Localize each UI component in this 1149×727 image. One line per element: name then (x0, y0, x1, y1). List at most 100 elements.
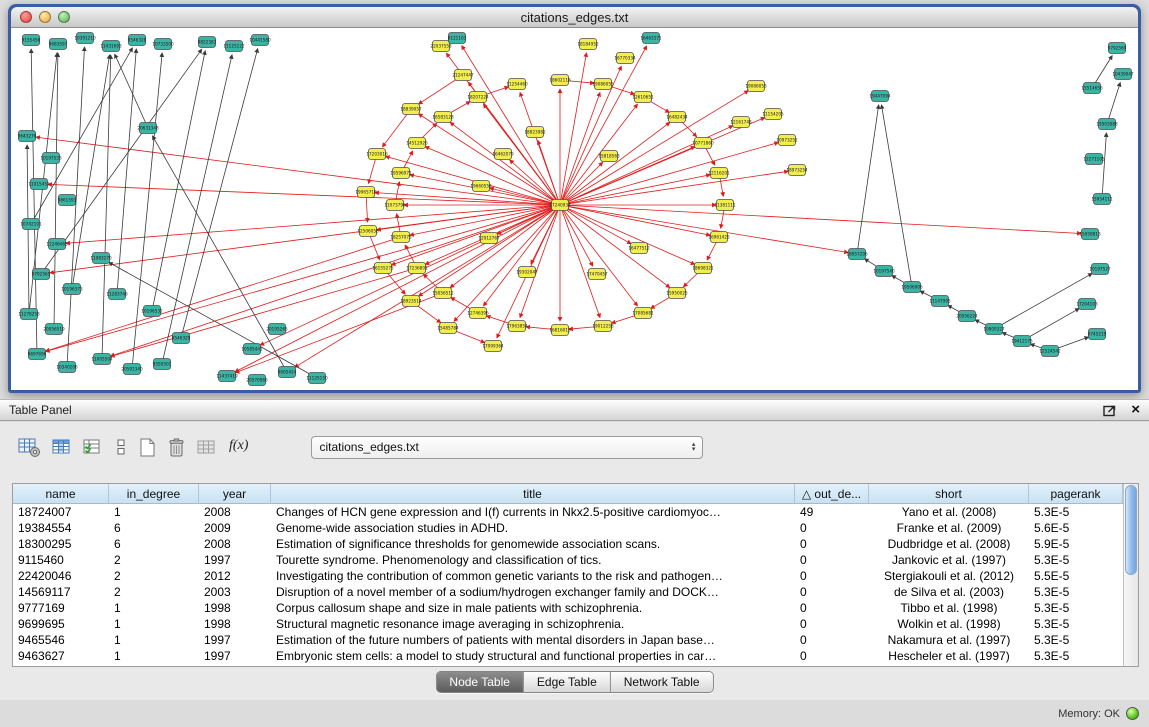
graph-edge[interactable] (54, 53, 58, 329)
graph-node[interactable]: 20056224 (956, 311, 978, 322)
graph-node[interactable]: 15485784 (437, 323, 459, 334)
graph-node[interactable]: 10340206 (56, 362, 78, 373)
graph-node[interactable]: 8121103 (448, 33, 467, 44)
graph-node[interactable]: 15954111 (1091, 194, 1113, 205)
graph-edge[interactable] (560, 171, 788, 205)
row-height-icon[interactable] (115, 437, 127, 458)
column-header-short[interactable]: short (869, 484, 1029, 503)
column-header-pagerank[interactable]: pagerank (1029, 484, 1123, 503)
graph-edge[interactable] (1022, 308, 1079, 341)
graph-node[interactable]: 15818563 (598, 151, 620, 162)
graph-edge[interactable] (109, 262, 317, 378)
graph-node[interactable]: 11437419 (216, 371, 238, 382)
graph-node[interactable]: 18823982 (524, 127, 546, 138)
graph-node[interactable]: 17999364 (482, 341, 504, 352)
graph-node[interactable]: 16477512 (628, 243, 650, 254)
graph-node[interactable]: 20056519 (43, 324, 65, 335)
graph-edge[interactable] (115, 54, 148, 128)
graph-node[interactable]: 20570966 (246, 375, 268, 386)
column-header-out-de[interactable]: △ out_de... (795, 484, 869, 503)
window-titlebar[interactable]: citations_edges.txt (11, 7, 1138, 28)
graph-node[interactable]: 9550501 (153, 359, 172, 370)
graph-node[interactable]: 19447094 (869, 91, 891, 102)
graph-node[interactable]: 11254460 (506, 79, 528, 90)
graph-node[interactable]: 18839057 (400, 104, 422, 115)
graph-edge[interactable] (560, 205, 1081, 234)
graph-node[interactable]: 9546329 (172, 333, 191, 344)
graph-node[interactable]: 17203016 (366, 149, 388, 160)
graph-node[interactable]: 9605424 (278, 367, 297, 378)
import-table-icon[interactable] (197, 437, 218, 458)
table-row[interactable]: 946554611997Estimation of the future num… (13, 632, 1123, 648)
tab-edge-table[interactable]: Edge Table (524, 672, 611, 692)
graph-node[interactable]: 19012258 (592, 321, 614, 332)
graph-node[interactable]: 19506906 (901, 282, 923, 293)
graph-node[interactable]: 19412175 (1011, 336, 1033, 347)
graph-node[interactable]: 12161748 (730, 117, 752, 128)
graph-edge[interactable] (132, 53, 162, 369)
column-header-title[interactable]: title (271, 484, 795, 503)
graph-node[interactable]: 19965718 (355, 187, 377, 198)
graph-edge[interactable] (1102, 133, 1106, 199)
graph-node[interactable]: 10196532 (141, 306, 163, 317)
graph-node[interactable]: 18207224 (467, 92, 489, 103)
show-columns-icon[interactable] (52, 437, 72, 458)
graph-node[interactable]: 15056512 (432, 288, 454, 299)
graph-node[interactable]: 12524542 (1039, 346, 1061, 357)
table-row[interactable]: 1872400712008Changes of HCN gene express… (13, 504, 1123, 520)
graph-node[interactable]: 14512926 (406, 138, 428, 149)
graph-node[interactable]: 16961425 (708, 232, 730, 243)
graph-node[interactable]: 19596971 (390, 168, 412, 179)
graph-edge[interactable] (560, 46, 647, 205)
graph-node[interactable]: 16482434 (666, 112, 688, 123)
table-row[interactable]: 1938455462009Genome-wide association stu… (13, 520, 1123, 536)
memory-ok-indicator-icon[interactable] (1126, 707, 1139, 720)
graph-edge[interactable] (560, 175, 710, 205)
zoom-window-button[interactable] (58, 11, 70, 23)
graph-node[interactable]: 16155275 (372, 263, 394, 274)
graph-node[interactable]: 15950025 (666, 288, 688, 299)
graph-node[interactable]: 21247447 (452, 70, 474, 81)
graph-node[interactable]: 12116201 (708, 168, 730, 179)
graph-node[interactable]: 9155456 (22, 35, 41, 46)
graph-node[interactable]: 17204103 (1076, 299, 1098, 310)
graph-edge[interactable] (560, 205, 638, 306)
minimize-window-button[interactable] (39, 11, 51, 23)
table-vertical-scrollbar[interactable] (1123, 484, 1138, 666)
graph-node[interactable]: 16461571 (640, 33, 662, 44)
graph-node[interactable]: 10733500 (152, 39, 174, 50)
graph-node[interactable]: 11283746 (106, 289, 128, 300)
graph-node[interactable]: 11278258 (18, 309, 40, 320)
graph-node[interactable]: 11431693 (100, 41, 122, 52)
graph-node[interactable]: 19302047 (516, 267, 538, 278)
graph-node[interactable]: 18602118 (549, 75, 571, 86)
graph-node[interactable]: 17236801 (406, 263, 428, 274)
graph-node[interactable]: 10441580 (249, 35, 271, 46)
graph-node[interactable]: 19086055 (592, 79, 614, 90)
graph-node[interactable]: 11073796 (384, 200, 406, 211)
graph-edge[interactable] (410, 205, 560, 235)
graph-node[interactable]: 10439047 (1112, 69, 1134, 80)
graph-node[interactable]: 9546328 (128, 35, 147, 46)
table-row[interactable]: 2242004622012Investigating the contribut… (13, 568, 1123, 584)
float-panel-icon[interactable] (1103, 403, 1119, 417)
graph-edge[interactable] (1107, 83, 1120, 124)
graph-node[interactable]: 9861593 (58, 195, 77, 206)
graph-node[interactable]: 10391210 (74, 33, 96, 44)
graph-node[interactable]: 10771860 (692, 138, 714, 149)
graph-edge[interactable] (483, 205, 560, 306)
table-row[interactable]: 911546021997Tourette syndrome. Phenomeno… (13, 552, 1123, 568)
table-row[interactable]: 977716911998Corpus callosum shape and si… (13, 600, 1123, 616)
graph-node[interactable]: 11147995 (929, 296, 951, 307)
column-header-name[interactable]: name (13, 484, 109, 503)
graph-edge[interactable] (560, 205, 600, 318)
tab-node-table[interactable]: Node Table (436, 672, 524, 692)
graph-node[interactable]: 12610651 (632, 92, 654, 103)
graph-node[interactable]: 12912767 (478, 233, 500, 244)
graph-node[interactable]: 11125122 (223, 41, 245, 52)
graph-node[interactable]: 20195265 (266, 324, 288, 335)
table-row[interactable]: 969969511998Structural magnetic resonanc… (13, 616, 1123, 632)
graph-node[interactable]: 19660559 (470, 181, 492, 192)
graph-node[interactable]: 18184952 (577, 39, 599, 50)
graph-node[interactable]: 17963854 (506, 321, 528, 332)
